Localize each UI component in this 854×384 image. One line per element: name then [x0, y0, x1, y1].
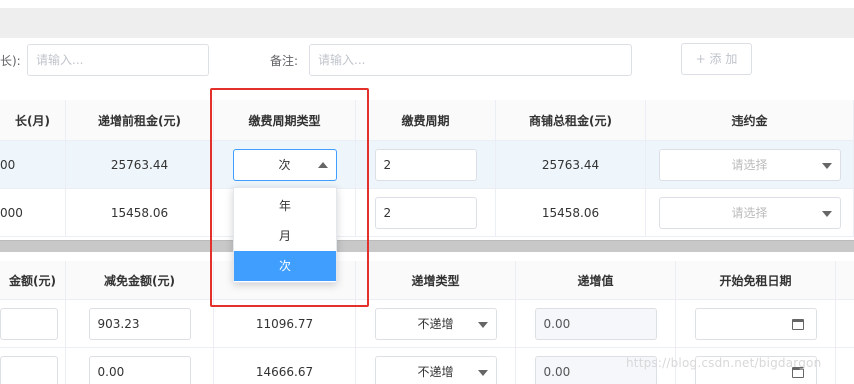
watermark: https://blog.csdn.net/bigdargon: [626, 356, 822, 370]
col-header: 递增类型: [356, 261, 516, 299]
table-cell: 不递增: [356, 348, 516, 384]
table-cell: [0, 348, 66, 384]
col-header: 减免金额(元): [66, 261, 214, 299]
table-cell: [676, 300, 836, 347]
table-cell: 903.23: [66, 300, 214, 347]
table-cell: 15458.06: [66, 189, 214, 236]
add-button[interactable]: + 添 加: [681, 43, 752, 75]
top-bar: [0, 0, 854, 38]
discount-input[interactable]: 0.00: [88, 355, 191, 384]
table-cell: 14666.67: [214, 348, 356, 384]
table-cell: [0, 300, 66, 347]
caret-up-icon: [317, 161, 328, 168]
dropdown-option-month[interactable]: 月: [234, 221, 336, 251]
period-type-select[interactable]: 次: [232, 148, 337, 181]
table-header: 金额(元) 减免金额(元) 递增类型 递增值 开始免租日期: [0, 261, 854, 300]
table-cell: 25763.44: [66, 141, 214, 188]
table-cell: 11096.77: [214, 300, 356, 347]
top-band: [0, 8, 854, 38]
table-cell: 00: [0, 141, 66, 188]
table-cell: 0.00: [516, 300, 676, 347]
table-row: 000 15458.06 2 15458.06 请选择: [0, 189, 854, 237]
penalty-placeholder: 请选择: [731, 158, 768, 172]
caret-down-icon: [477, 321, 488, 328]
left-input[interactable]: 请输入...: [27, 44, 209, 76]
caret-down-icon: [821, 162, 832, 169]
col-header: 缴费周期: [356, 100, 496, 140]
table-cell: 2: [356, 141, 496, 188]
penalty-select[interactable]: 请选择: [658, 148, 841, 181]
increase-type-value: 不递增: [417, 317, 454, 331]
col-header: 违约金: [646, 100, 854, 140]
caret-down-icon: [821, 210, 832, 217]
table-cell: 2: [356, 189, 496, 236]
table-cell: 25763.44: [496, 141, 646, 188]
calendar-icon: [791, 318, 804, 330]
table-cell: 0.00: [66, 348, 214, 384]
period-type-value: 次: [278, 158, 291, 172]
table-cell: 请选择: [646, 141, 854, 188]
col-header: 递增值: [516, 261, 676, 299]
penalty-select[interactable]: 请选择: [658, 196, 841, 229]
table-cell: 不递增: [356, 300, 516, 347]
col-header: 商铺总租金(元): [496, 100, 646, 140]
col-header: 递增前租金(元): [66, 100, 214, 140]
period-type-dropdown: 年 月 次: [233, 187, 337, 283]
field-label-fragment: 长):: [0, 54, 21, 68]
table-cell: 请选择: [646, 189, 854, 236]
increase-type-select[interactable]: 不递增: [374, 307, 497, 340]
table-cell: 15458.06: [496, 189, 646, 236]
table-row: 00 25763.44 次 2 25763.44 请选择: [0, 141, 854, 189]
col-header: 长(月): [0, 100, 66, 140]
col-header: 金额(元): [0, 261, 66, 299]
period-input[interactable]: 2: [374, 196, 477, 229]
table-row: 903.23 11096.77 不递增 0.00: [0, 300, 854, 348]
form-row: 长): 请输入... 备注: 请输入... + 添 加: [0, 38, 854, 100]
start-date-picker[interactable]: [694, 307, 817, 340]
table-cell: 000: [0, 189, 66, 236]
discount-input[interactable]: 903.23: [88, 307, 191, 340]
dropdown-option-once[interactable]: 次: [234, 251, 336, 281]
col-header: 缴费周期类型: [214, 100, 356, 140]
penalty-placeholder: 请选择: [731, 206, 768, 220]
increase-value-input: 0.00: [534, 307, 657, 340]
increase-type-value: 不递增: [417, 365, 454, 379]
remark-label: 备注:: [270, 54, 299, 68]
col-header: 开始免租日期: [676, 261, 836, 299]
caret-down-icon: [477, 369, 488, 376]
table-header: 长(月) 递增前租金(元) 缴费周期类型 缴费周期 商铺总租金(元) 违约金: [0, 100, 854, 141]
period-input[interactable]: 2: [374, 148, 477, 181]
table-cell: 次: [214, 141, 356, 188]
amount-input[interactable]: [0, 307, 58, 340]
amount-input[interactable]: [0, 355, 58, 384]
increase-type-select[interactable]: 不递增: [374, 355, 497, 384]
horizontal-scrollbar[interactable]: [0, 240, 854, 252]
remark-input[interactable]: 请输入...: [309, 44, 632, 76]
dropdown-option-year[interactable]: 年: [234, 191, 336, 221]
